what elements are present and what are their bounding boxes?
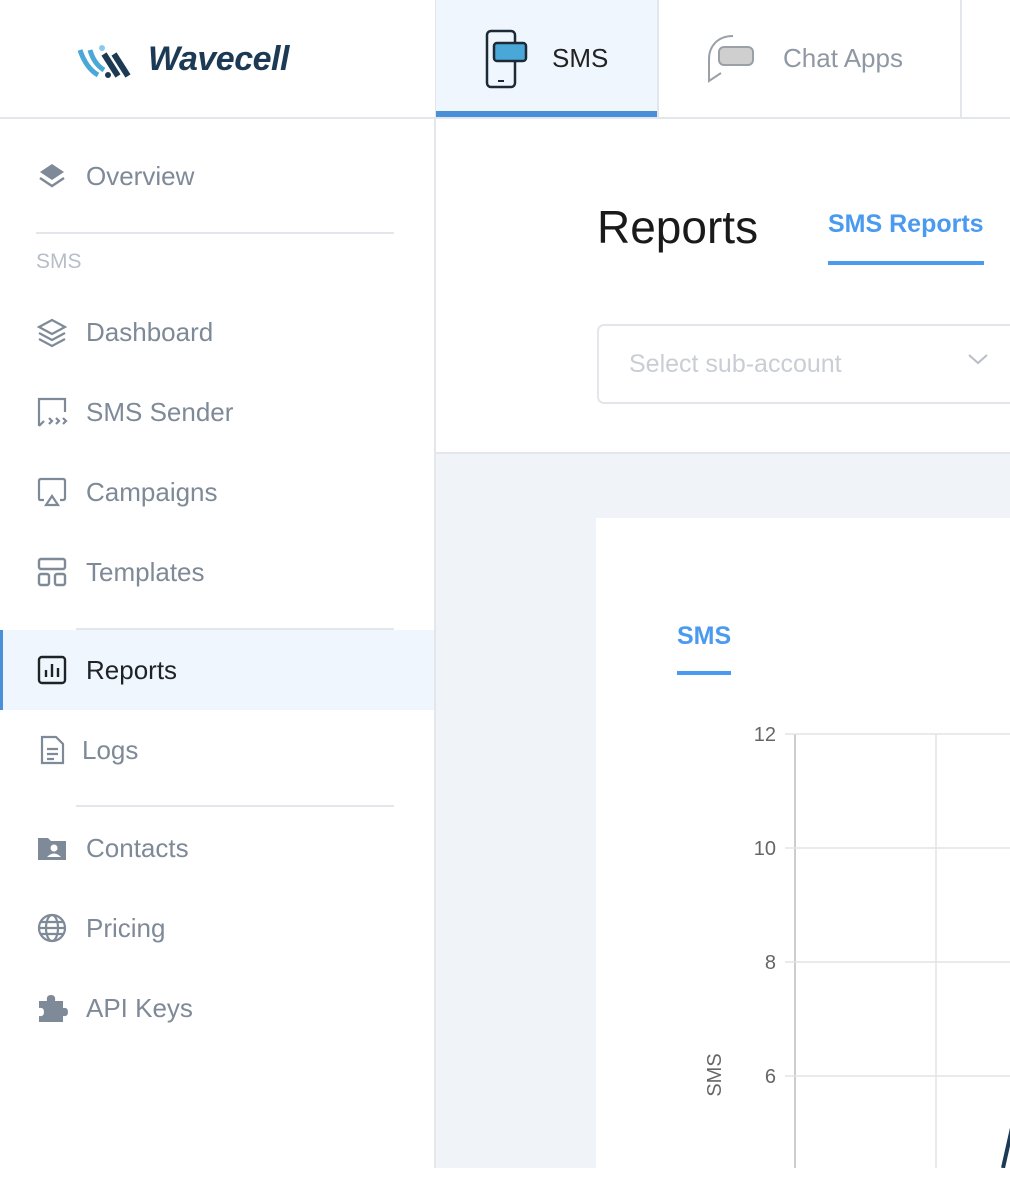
chevron-down-icon — [968, 354, 988, 365]
template-grid-icon — [37, 557, 67, 587]
y-tick-label: 10 — [754, 838, 776, 860]
sidebar-item-label: Dashboard — [86, 316, 214, 347]
sidebar-item-pricing[interactable]: Pricing — [0, 888, 434, 968]
sidebar-item-reports[interactable]: Reports — [0, 630, 434, 710]
logo-text: Wavecell — [148, 40, 289, 78]
wavecell-logo-icon — [78, 44, 131, 78]
airplay-icon — [37, 477, 67, 507]
sidebar-item-sms-sender[interactable]: SMS Sender — [0, 372, 434, 452]
sidebar-item-label: Logs — [82, 734, 139, 765]
sub-account-select[interactable]: Select sub-account — [597, 324, 1010, 404]
wavecell-logo[interactable]: Wavecell — [78, 40, 289, 79]
sms-chart: 12 10 8 6 SMS — [704, 724, 1010, 1168]
series-line — [1001, 1127, 1010, 1168]
sidebar-item-label: Campaigns — [86, 476, 218, 507]
puzzle-icon — [39, 995, 68, 1022]
page-title: Reports — [597, 201, 759, 253]
sidebar: Overview SMS Dashboard SMS Sender Campai… — [0, 119, 436, 1168]
bar-chart-icon — [37, 655, 67, 685]
sidebar-item-label: Overview — [86, 160, 195, 191]
layers-icon — [36, 318, 68, 348]
sidebar-item-overview[interactable]: Overview — [0, 136, 434, 216]
y-tick-label: 12 — [754, 724, 776, 746]
sidebar-item-label: API Keys — [86, 992, 193, 1023]
layers-solid-icon — [39, 164, 65, 188]
sidebar-item-api-keys[interactable]: API Keys — [0, 968, 434, 1048]
sidebar-item-logs[interactable]: Logs — [0, 710, 434, 790]
y-tick-label: 6 — [765, 1066, 776, 1088]
tab-sms-chart[interactable]: SMS — [677, 622, 732, 675]
chat-bubbles-icon — [708, 34, 754, 83]
tab-chat-apps[interactable]: Chat Apps — [659, 0, 962, 117]
tab-sms-reports[interactable]: SMS Reports — [828, 210, 984, 265]
sidebar-item-templates[interactable]: Templates — [0, 532, 434, 612]
phone-message-icon — [485, 29, 528, 88]
sidebar-item-campaigns[interactable]: Campaigns — [0, 452, 434, 532]
divider — [36, 232, 394, 234]
top-header: Wavecell SMS Chat Apps — [0, 0, 1010, 119]
sidebar-item-label: Reports — [86, 654, 178, 685]
sidebar-item-contacts[interactable]: Contacts — [0, 808, 434, 888]
section-label: SMS — [36, 250, 82, 273]
tab-chat-apps-label: Chat Apps — [783, 43, 903, 73]
sidebar-item-label: Pricing — [86, 912, 166, 943]
tab-sms[interactable]: SMS — [435, 0, 659, 117]
sidebar-item-label: Contacts — [86, 832, 189, 863]
contacts-folder-icon — [38, 838, 66, 860]
select-placeholder: Select sub-account — [629, 349, 842, 378]
sidebar-item-dashboard[interactable]: Dashboard — [0, 292, 434, 372]
y-axis-label: SMS — [704, 1053, 726, 1096]
sidebar-item-label: Templates — [86, 556, 205, 587]
divider — [76, 805, 394, 807]
sidebar-item-label: SMS Sender — [86, 396, 234, 427]
message-send-icon — [37, 397, 68, 427]
y-tick-label: 8 — [765, 952, 776, 974]
tab-sms-label: SMS — [552, 43, 609, 73]
document-icon — [40, 735, 65, 765]
globe-icon — [37, 913, 67, 943]
